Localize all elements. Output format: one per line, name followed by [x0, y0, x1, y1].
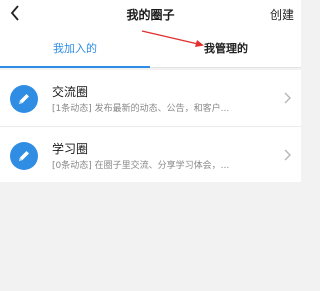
circle-name: 交流圈 — [52, 85, 89, 99]
tab-joined-label: 我加入的 — [53, 41, 97, 55]
tab-joined[interactable]: 我加入的 — [0, 28, 150, 68]
edit-icon — [10, 85, 38, 113]
top-navigation-bar: 我的圈子 创建 — [0, 0, 301, 28]
circle-description: [1条动态] 发布最新的动态、公告，和客户... — [52, 104, 230, 114]
create-button[interactable]: 创建 — [270, 6, 294, 23]
circle-list: 交流圈 [1条动态] 发布最新的动态、公告，和客户... 学习圈 [0条动态] … — [0, 70, 301, 182]
list-item[interactable]: 交流圈 [1条动态] 发布最新的动态、公告，和客户... — [0, 70, 301, 126]
chevron-right-icon — [284, 92, 291, 104]
edit-icon — [10, 142, 38, 170]
circle-description: [0条动态] 在圈子里交流、分享学习体会，... — [52, 161, 230, 171]
page-title: 我的圈子 — [126, 8, 175, 22]
chevron-right-icon — [284, 149, 291, 161]
circle-name: 学习圈 — [52, 142, 89, 156]
list-item[interactable]: 学习圈 [0条动态] 在圈子里交流、分享学习体会，... — [0, 126, 301, 182]
tab-managed-label: 我管理的 — [204, 41, 248, 55]
active-tab-indicator — [0, 66, 150, 68]
annotation-arrow — [141, 30, 204, 47]
